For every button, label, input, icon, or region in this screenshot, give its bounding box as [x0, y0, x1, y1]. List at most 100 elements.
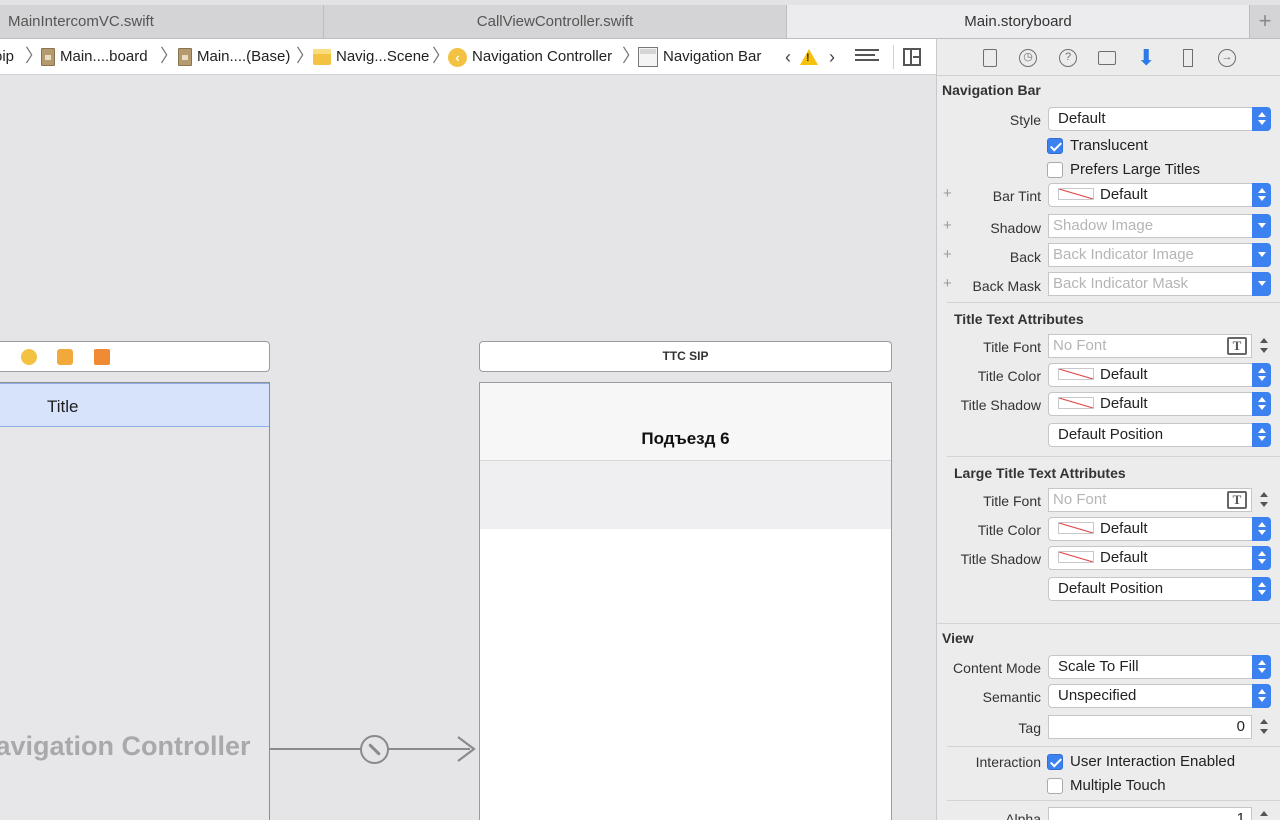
large-title-shadow-position-popup[interactable]: Default Position — [1048, 577, 1271, 601]
navigation-controller-dock-icon[interactable] — [21, 349, 37, 365]
plus-icon[interactable]: + — [943, 185, 952, 202]
title-color-popup[interactable]: Default — [1048, 363, 1271, 387]
content-mode-label: Content Mode — [953, 660, 1041, 676]
nav-bar-title: Title — [47, 397, 79, 416]
section-divider — [947, 302, 1280, 303]
alpha-field[interactable]: 1 — [1048, 807, 1252, 820]
color-swatch-icon — [1058, 397, 1094, 409]
font-picker-icon[interactable]: T — [1227, 337, 1247, 355]
large-title-font-field[interactable]: No Font T — [1048, 488, 1252, 512]
color-swatch-icon — [1058, 551, 1094, 563]
breadcrumb-navigation-controller[interactable]: ‹ Navigation Controller — [448, 39, 612, 75]
section-divider — [947, 800, 1280, 801]
section-title-view: View — [942, 630, 974, 646]
alpha-label: Alpha — [1005, 811, 1041, 820]
large-title-shadow-popup[interactable]: Default — [1048, 546, 1271, 570]
file-inspector-icon[interactable] — [983, 49, 997, 67]
semantic-popup[interactable]: Unspecified — [1048, 684, 1271, 708]
plus-icon[interactable]: + — [943, 275, 952, 292]
history-inspector-icon[interactable]: ◷ — [1019, 49, 1037, 67]
vc-nav-title: Подъезд 6 — [641, 429, 730, 448]
multiple-touch-checkbox[interactable] — [1047, 778, 1063, 794]
add-editor-icon[interactable] — [903, 48, 921, 66]
back-label: Back — [1009, 249, 1041, 265]
connections-inspector-icon[interactable]: → — [1218, 49, 1236, 67]
section-divider — [947, 456, 1280, 457]
shadow-label: Shadow — [990, 220, 1041, 236]
vc-navigation-bar[interactable]: Подъезд 6 — [480, 383, 891, 461]
breadcrumb-label: Navigation Bar — [663, 48, 762, 65]
attributes-inspector: ◷ ? ⬇ → Navigation Bar Style Default Tra… — [936, 39, 1280, 820]
segue-arrowhead-icon — [457, 736, 476, 762]
font-picker-icon[interactable]: T — [1227, 491, 1247, 509]
size-inspector-icon[interactable] — [1183, 49, 1193, 67]
first-responder-icon[interactable] — [57, 349, 73, 365]
breadcrumb-label: Main....board — [60, 48, 148, 65]
navigation-bar-icon — [638, 47, 658, 67]
xcode-window: MainIntercomVC.swift CallViewController.… — [0, 0, 1280, 820]
storyboard-canvas[interactable]: Title Navigation Controller TTC SIP Подъ… — [0, 76, 936, 820]
breadcrumb-navigation-bar[interactable]: Navigation Bar — [638, 39, 761, 75]
prefers-large-titles-checkbox[interactable] — [1047, 162, 1063, 178]
editor-tab-bar: MainIntercomVC.swift CallViewController.… — [0, 0, 1280, 39]
title-shadow-label: Title Shadow — [960, 397, 1041, 413]
title-font-stepper[interactable] — [1259, 334, 1271, 358]
attributes-inspector-icon[interactable]: ⬇ — [1137, 47, 1155, 69]
back-indicator-mask-combo[interactable]: Back Indicator Mask — [1048, 272, 1271, 296]
identity-inspector-icon[interactable] — [1098, 51, 1116, 65]
title-font-field[interactable]: No Font T — [1048, 334, 1252, 358]
plus-icon[interactable]: + — [943, 246, 952, 263]
document-outline-icon[interactable] — [855, 49, 879, 65]
tab-mainintercomvc[interactable]: MainIntercomVC.swift — [0, 5, 324, 38]
title-shadow-popup[interactable]: Default — [1048, 392, 1271, 416]
user-interaction-enabled-label: User Interaction Enabled — [1070, 753, 1236, 770]
style-label: Style — [1009, 112, 1041, 128]
selected-navigation-bar[interactable]: Title — [0, 383, 269, 427]
inspector-toolbar: ◷ ? ⬇ → — [937, 39, 1280, 76]
title-font-label: Title Font — [983, 339, 1041, 355]
tab-main-storyboard[interactable]: Main.storyboard — [787, 5, 1250, 38]
scene-icon — [313, 49, 331, 65]
multiple-touch-label: Multiple Touch — [1070, 777, 1166, 794]
title-shadow-position-popup[interactable]: Default Position — [1048, 423, 1271, 447]
vc-header-view[interactable] — [480, 461, 891, 529]
back-indicator-image-combo[interactable]: Back Indicator Image — [1048, 243, 1271, 267]
exit-icon[interactable] — [94, 349, 110, 365]
segue-relationship-icon[interactable] — [360, 735, 389, 764]
alpha-stepper[interactable] — [1259, 807, 1271, 820]
tag-stepper[interactable] — [1259, 715, 1271, 739]
section-title-title-text: Title Text Attributes — [954, 311, 1084, 327]
quick-help-icon[interactable]: ? — [1059, 49, 1077, 67]
large-title-color-label: Title Color — [977, 522, 1041, 538]
bar-tint-popup[interactable]: Default — [1048, 183, 1271, 207]
large-title-color-popup[interactable]: Default — [1048, 517, 1271, 541]
view-controller-scene[interactable]: Подъезд 6 — [479, 382, 892, 820]
large-title-font-stepper[interactable] — [1259, 488, 1271, 512]
breadcrumb-project[interactable]: oip — [0, 39, 14, 75]
warning-icon[interactable]: ! — [800, 49, 818, 65]
breadcrumb-label: oip — [0, 48, 15, 65]
prefers-large-titles-label: Prefers Large Titles — [1070, 161, 1201, 178]
jump-bar: oip 〉 Main....board 〉 Main....(Base) 〉 N… — [0, 39, 936, 75]
translucent-checkbox[interactable] — [1047, 138, 1063, 154]
tag-field[interactable]: 0 — [1048, 715, 1252, 739]
style-popup[interactable]: Default — [1048, 107, 1271, 131]
section-divider — [947, 746, 1280, 747]
user-interaction-enabled-checkbox[interactable] — [1047, 754, 1063, 770]
breadcrumb-base[interactable]: Main....(Base) — [178, 39, 290, 75]
breadcrumb-scene[interactable]: Navig...Scene — [313, 39, 429, 75]
previous-issue-button[interactable]: ‹ — [778, 39, 798, 75]
add-tab-button[interactable]: + — [1250, 5, 1280, 38]
content-mode-popup[interactable]: Scale To Fill — [1048, 655, 1271, 679]
scene-title-bar[interactable]: TTC SIP — [479, 341, 892, 372]
color-swatch-icon — [1058, 188, 1094, 200]
plus-icon[interactable]: + — [943, 217, 952, 234]
shadow-image-combo[interactable]: Shadow Image — [1048, 214, 1271, 238]
scene-dock-left[interactable] — [0, 341, 270, 372]
breadcrumb-storyboard[interactable]: Main....board — [41, 39, 148, 75]
scene-placeholder-label: Navigation Controller — [0, 731, 251, 761]
breadcrumb-label: Navig...Scene — [336, 48, 430, 65]
tab-callviewcontroller[interactable]: CallViewController.swift — [324, 5, 787, 38]
translucent-label: Translucent — [1070, 137, 1148, 154]
next-issue-button[interactable]: › — [822, 39, 842, 75]
